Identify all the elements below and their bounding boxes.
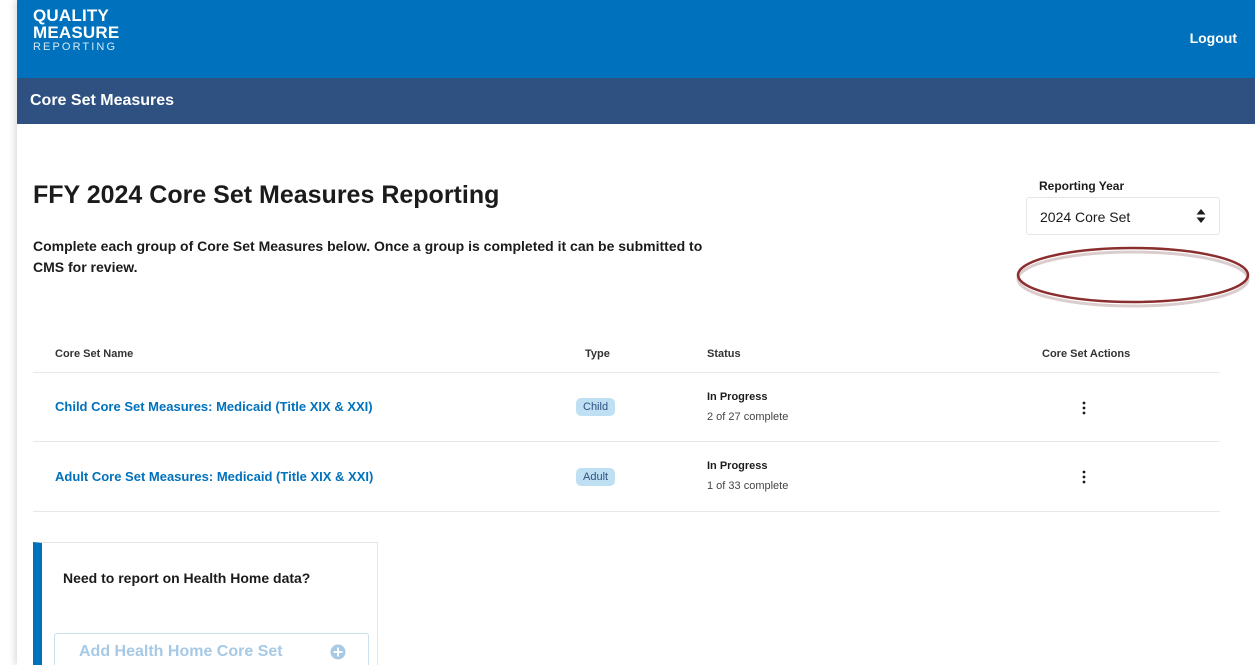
type-badge-child: Child bbox=[576, 398, 616, 416]
app-logo[interactable]: QUALITY MEASURE REPORTING bbox=[33, 7, 119, 54]
column-header-type: Type bbox=[585, 348, 610, 360]
status-text: In Progress bbox=[707, 391, 768, 403]
reporting-year-select[interactable]: 2024 Core Set bbox=[1026, 197, 1220, 235]
page-title: FFY 2024 Core Set Measures Reporting bbox=[33, 181, 500, 209]
app-window: QUALITY MEASURE REPORTING Logout Core Se… bbox=[17, 0, 1255, 665]
section-header-bar: Core Set Measures bbox=[17, 78, 1255, 124]
logo-line-quality: QUALITY bbox=[33, 6, 110, 25]
table-divider bbox=[33, 441, 1220, 442]
sort-arrows-icon bbox=[1196, 209, 1206, 223]
section-title: Core Set Measures bbox=[30, 92, 175, 109]
reporting-year-value: 2024 Core Set bbox=[1040, 209, 1131, 225]
column-header-name: Core Set Name bbox=[55, 348, 134, 360]
health-home-prompt: Need to report on Health Home data? bbox=[63, 570, 311, 586]
type-badge-adult: Adult bbox=[576, 468, 616, 486]
add-health-home-button[interactable]: Add Health Home Core Set bbox=[54, 633, 369, 665]
plus-circle-icon bbox=[330, 644, 346, 660]
logo-line-reporting: REPORTING bbox=[33, 41, 118, 53]
kebab-menu-icon[interactable] bbox=[1078, 469, 1090, 485]
progress-text: 1 of 33 complete bbox=[707, 480, 789, 492]
top-header: QUALITY MEASURE REPORTING Logout bbox=[17, 0, 1255, 78]
reporting-year-label: Reporting Year bbox=[1039, 179, 1125, 193]
table-divider bbox=[33, 511, 1220, 512]
progress-text: 2 of 27 complete bbox=[707, 411, 789, 423]
column-header-status: Status bbox=[707, 348, 741, 360]
table-divider bbox=[33, 372, 1220, 373]
status-text: In Progress bbox=[707, 460, 768, 472]
logout-link[interactable]: Logout bbox=[1190, 30, 1237, 46]
logo-line-measure: MEASURE bbox=[33, 23, 120, 42]
add-health-home-label: Add Health Home Core Set bbox=[79, 643, 283, 660]
page-intro: Complete each group of Core Set Measures… bbox=[33, 238, 703, 275]
core-set-link-adult[interactable]: Adult Core Set Measures: Medicaid (Title… bbox=[55, 469, 373, 484]
annotation-highlight-oval bbox=[1016, 246, 1250, 308]
core-set-link-child[interactable]: Child Core Set Measures: Medicaid (Title… bbox=[55, 399, 373, 414]
column-header-actions: Core Set Actions bbox=[1042, 348, 1131, 360]
kebab-menu-icon[interactable] bbox=[1078, 400, 1090, 416]
